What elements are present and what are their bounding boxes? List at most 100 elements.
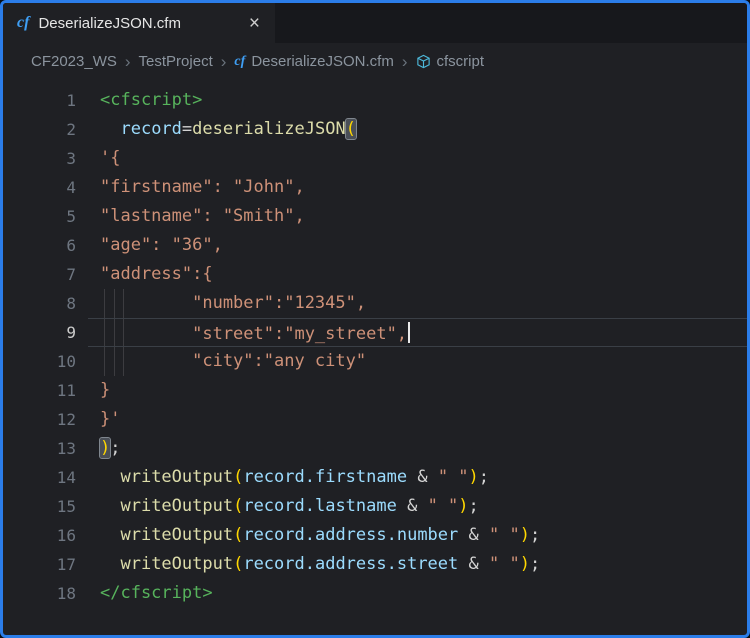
token: ( (233, 496, 243, 516)
indent-guide (114, 289, 115, 318)
text-cursor (408, 322, 410, 343)
token: } (100, 380, 110, 400)
indent-guide (114, 318, 115, 347)
code-line[interactable]: 11} (3, 376, 747, 405)
line-number[interactable]: 3 (3, 144, 76, 173)
line-number[interactable]: 1 (3, 86, 76, 115)
code-editor[interactable]: 1<cfscript>2 record=deserializeJSON(3'{4… (3, 80, 747, 635)
code-line[interactable]: 7"address":{ (3, 260, 747, 289)
code-line[interactable]: 12 }' (3, 405, 747, 434)
token: " " (489, 554, 520, 574)
code-line[interactable]: 14 writeOutput(record.firstname & " "); (3, 463, 747, 492)
line-number[interactable]: 17 (3, 550, 76, 579)
token: "street":"my_street", (100, 324, 407, 344)
token: ) (520, 554, 530, 574)
line-number[interactable]: 6 (3, 231, 76, 260)
token: }' (100, 409, 120, 429)
token: record.lastname (243, 496, 397, 516)
code-text[interactable]: writeOutput(record.lastname & " "); (76, 492, 747, 521)
line-number[interactable]: 15 (3, 492, 76, 521)
line-number[interactable]: 18 (3, 579, 76, 608)
line-number[interactable]: 2 (3, 115, 76, 144)
token: "lastname": "Smith", (100, 206, 305, 226)
code-text[interactable]: </cfscript> (76, 579, 747, 608)
line-number[interactable]: 5 (3, 202, 76, 231)
token: ( (233, 525, 243, 545)
token (100, 496, 120, 516)
token: "age": "36", (100, 235, 223, 255)
code-text[interactable]: writeOutput(record.address.number & " ")… (76, 521, 747, 550)
code-text[interactable]: "lastname": "Smith", (76, 202, 747, 231)
token: ; (530, 525, 540, 545)
code-text[interactable]: "street":"my_street", (76, 318, 747, 347)
breadcrumb-label: cfscript (437, 53, 485, 70)
line-number[interactable]: 7 (3, 260, 76, 289)
code-line[interactable]: 5 "lastname": "Smith", (3, 202, 747, 231)
code-line[interactable]: 18</cfscript> (3, 579, 747, 608)
breadcrumb-label: CF2023_WS (31, 53, 117, 70)
token: & (397, 496, 428, 516)
code-text[interactable]: "number":"12345", (76, 289, 747, 318)
breadcrumb-item-cfscript[interactable]: cfscript (416, 53, 485, 70)
code-text[interactable]: <cfscript> (76, 86, 747, 115)
token: "firstname": "John", (100, 177, 305, 197)
token: ) (100, 438, 110, 458)
line-number[interactable]: 16 (3, 521, 76, 550)
breadcrumb-item-file[interactable]: cf DeserializeJSON.cfm (234, 53, 393, 70)
token: record.firstname (243, 467, 407, 487)
code-line[interactable]: 2 record=deserializeJSON( (3, 115, 747, 144)
line-number[interactable]: 8 (3, 289, 76, 318)
token: writeOutput (120, 554, 233, 574)
code-text[interactable]: "city":"any city" (76, 347, 747, 376)
code-text[interactable]: } (76, 376, 747, 405)
code-text[interactable]: '{ (76, 144, 747, 173)
token: writeOutput (120, 467, 233, 487)
line-number[interactable]: 13 (3, 434, 76, 463)
chevron-right-icon: › (221, 53, 227, 70)
line-number[interactable]: 4 (3, 173, 76, 202)
code-text[interactable]: }' (76, 405, 747, 434)
code-text[interactable]: "firstname": "John", (76, 173, 747, 202)
code-line[interactable]: 10 "city":"any city" (3, 347, 747, 376)
tab-deserializejson[interactable]: cf DeserializeJSON.cfm × (3, 3, 275, 43)
code-line[interactable]: 17 writeOutput(record.address.street & "… (3, 550, 747, 579)
breadcrumb-item-workspace[interactable]: CF2023_WS (31, 53, 117, 70)
token: & (458, 554, 489, 574)
token (100, 554, 120, 574)
code-line[interactable]: 13); (3, 434, 747, 463)
code-line[interactable]: 16 writeOutput(record.address.number & "… (3, 521, 747, 550)
tab-title: DeserializeJSON.cfm (38, 15, 181, 32)
line-number[interactable]: 9 (3, 318, 76, 347)
code-line[interactable]: 9 "street":"my_street", (3, 318, 747, 347)
token: ) (458, 496, 468, 516)
code-text[interactable]: "age": "36", (76, 231, 747, 260)
token: record.address.number (243, 525, 458, 545)
code-text[interactable]: writeOutput(record.firstname & " "); (76, 463, 747, 492)
token: record (120, 119, 181, 139)
code-text[interactable]: ); (76, 434, 747, 463)
coldfusion-icon: cf (234, 55, 245, 69)
code-line[interactable]: 15 writeOutput(record.lastname & " "); (3, 492, 747, 521)
indent-guide (123, 347, 124, 376)
token: " " (438, 467, 469, 487)
code-line[interactable]: 8 "number":"12345", (3, 289, 747, 318)
code-line[interactable]: 3'{ (3, 144, 747, 173)
close-tab-icon[interactable]: × (246, 13, 263, 34)
token: ( (233, 467, 243, 487)
line-number[interactable]: 12 (3, 405, 76, 434)
code-text[interactable]: writeOutput(record.address.street & " ")… (76, 550, 747, 579)
token: writeOutput (120, 496, 233, 516)
code-text[interactable]: record=deserializeJSON( (76, 115, 747, 144)
code-text[interactable]: "address":{ (76, 260, 747, 289)
line-number[interactable]: 11 (3, 376, 76, 405)
token (100, 119, 120, 139)
line-number[interactable]: 10 (3, 347, 76, 376)
line-number[interactable]: 14 (3, 463, 76, 492)
indent-guide (123, 289, 124, 318)
code-line[interactable]: 6 "age": "36", (3, 231, 747, 260)
token: ; (479, 467, 489, 487)
code-line[interactable]: 4 "firstname": "John", (3, 173, 747, 202)
editor-window: cf DeserializeJSON.cfm × CF2023_WS › Tes… (0, 0, 750, 638)
breadcrumb-item-project[interactable]: TestProject (139, 53, 213, 70)
code-line[interactable]: 1<cfscript> (3, 86, 747, 115)
